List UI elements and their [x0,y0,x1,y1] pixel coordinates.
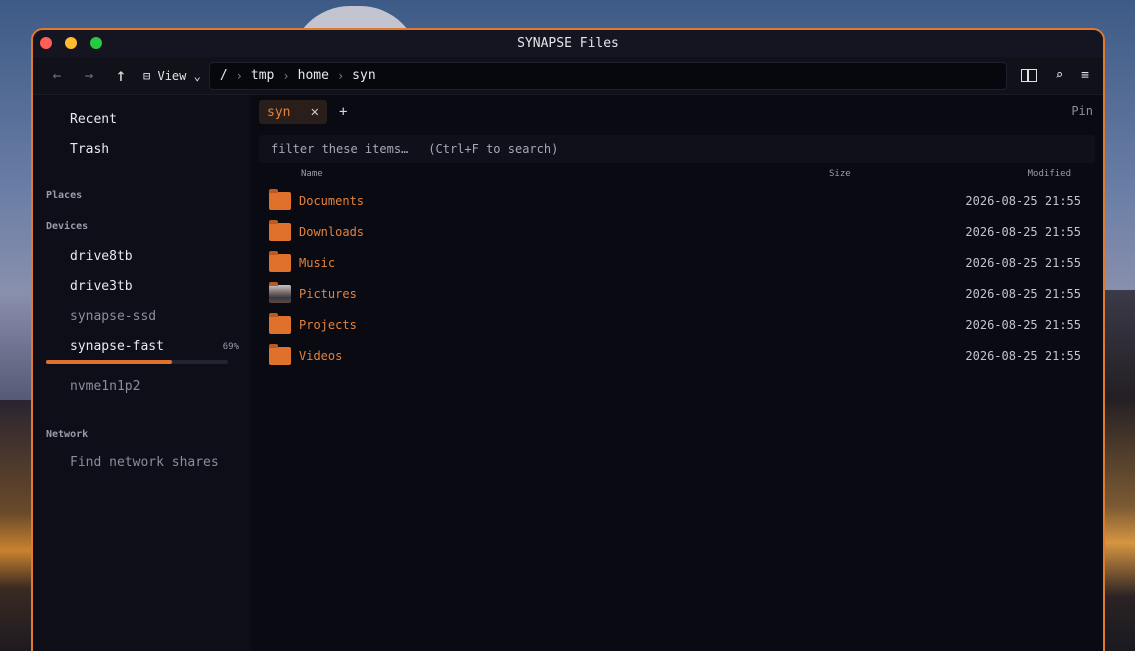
minimize-window-button[interactable] [65,37,77,49]
tab-label: syn [267,104,291,120]
sidebar-item-synapse-ssd[interactable]: synapse-ssd [33,302,251,332]
window-controls [40,37,102,49]
table-row[interactable]: Downloads 2026-08-25 21:55 [259,216,1103,247]
breadcrumb-root[interactable]: / [220,68,228,83]
file-name: Documents [299,193,365,208]
search-icon[interactable]: ⌕ [1055,68,1063,83]
folder-icon [269,312,291,334]
file-modified: 2026-08-25 21:55 [965,193,1081,208]
view-button[interactable]: ⊟ View ⌄ [143,69,201,83]
places-heading: Places [46,190,83,201]
column-size[interactable]: Size [829,169,909,179]
tab-bar: syn ✕ + Pin [259,95,1103,129]
file-name: Music [299,255,336,270]
file-modified: 2026-08-25 21:55 [965,255,1081,270]
file-list: Documents 2026-08-25 21:55 Downloads 2026-0… [259,185,1103,371]
close-window-button[interactable] [40,37,52,49]
chevron-right-icon: › [235,68,243,83]
table-row[interactable]: Videos 2026-08-25 21:55 [259,340,1103,371]
usage-percent: 69% [222,342,239,352]
column-name[interactable]: Name [259,169,829,179]
file-name: Pictures [299,286,357,301]
chevron-down-icon: ⌄ [193,68,201,83]
breadcrumb-syn[interactable]: syn [352,68,375,83]
breadcrumb-tmp[interactable]: tmp [251,68,274,83]
file-manager-window: SYNAPSE Files ← → ↑ ⊟ View ⌄ / › tmp › h… [31,28,1105,651]
path-bar[interactable]: / › tmp › home › syn [208,61,1008,90]
devices-heading: Devices [46,221,89,232]
window-title: SYNAPSE Files [517,36,619,51]
column-modified[interactable]: Modified [909,169,1071,179]
breadcrumb-home[interactable]: home [298,68,329,83]
folder-icon [269,188,291,210]
view-icon: ⊟ [143,68,151,83]
folder-icon [269,219,291,241]
chevron-right-icon: › [282,68,290,83]
pin-button[interactable]: Pin [1071,104,1093,118]
hamburger-menu-icon[interactable]: ≡ [1081,68,1089,83]
filter-input[interactable]: filter these items… (Ctrl+F to search) [259,135,1095,163]
sidebar-item-synapse-fast[interactable]: synapse-fast 69% [33,332,251,362]
table-row[interactable]: Documents 2026-08-25 21:55 [259,185,1103,216]
toolbar-actions: ⌕ ≡ [1021,68,1089,83]
sidebar-item-find-network-shares[interactable]: Find network shares [33,448,251,478]
sidebar-item-drive3tb[interactable]: drive3tb [33,272,251,302]
filter-hint: (Ctrl+F to search) [428,142,559,156]
filter-placeholder: filter these items… [271,142,409,156]
content-area: Recent Trash Places Devices drive8tb dri… [33,95,1103,651]
tab-syn[interactable]: syn ✕ [259,100,327,124]
maximize-window-button[interactable] [90,37,102,49]
file-modified: 2026-08-25 21:55 [965,348,1081,363]
view-label: View [157,68,187,83]
chevron-right-icon: › [336,68,345,83]
sidebar: Recent Trash Places Devices drive8tb dri… [33,95,251,651]
main-pane: syn ✕ + Pin filter these items… (Ctrl+F … [251,95,1103,651]
file-name: Downloads [299,224,365,239]
folder-icon [269,343,291,365]
column-headers: Name Size Modified [259,163,1103,185]
toolbar: ← → ↑ ⊟ View ⌄ / › tmp › home › syn ⌕ ≡ [33,57,1103,95]
sidebar-item-nvme1n1p2[interactable]: nvme1n1p2 [33,372,251,402]
file-modified: 2026-08-25 21:55 [965,224,1081,239]
file-modified: 2026-08-25 21:55 [965,317,1081,332]
file-modified: 2026-08-25 21:55 [965,286,1081,301]
network-heading: Network [46,429,89,440]
up-arrow-icon[interactable]: ↑ [105,65,137,86]
file-name: Projects [299,317,357,332]
table-row[interactable]: Projects 2026-08-25 21:55 [259,309,1103,340]
table-row[interactable]: Pictures 2026-08-25 21:55 [259,278,1103,309]
titlebar: SYNAPSE Files [33,30,1103,57]
forward-arrow-icon[interactable]: → [73,68,105,84]
split-view-icon[interactable] [1021,69,1038,82]
pictures-folder-icon [269,281,291,303]
wallpaper-city-right [1103,290,1135,651]
sidebar-item-recent[interactable]: Recent [33,105,251,135]
folder-icon [269,250,291,272]
back-arrow-icon[interactable]: ← [41,68,73,84]
drive-label: synapse-fast [70,339,164,354]
sidebar-item-trash[interactable]: Trash [33,135,251,165]
sidebar-item-drive8tb[interactable]: drive8tb [33,242,251,272]
file-name: Videos [299,348,343,363]
close-icon[interactable]: ✕ [311,104,319,120]
table-row[interactable]: Music 2026-08-25 21:55 [259,247,1103,278]
add-tab-button[interactable]: + [339,104,347,120]
wallpaper-city-left [0,400,34,651]
